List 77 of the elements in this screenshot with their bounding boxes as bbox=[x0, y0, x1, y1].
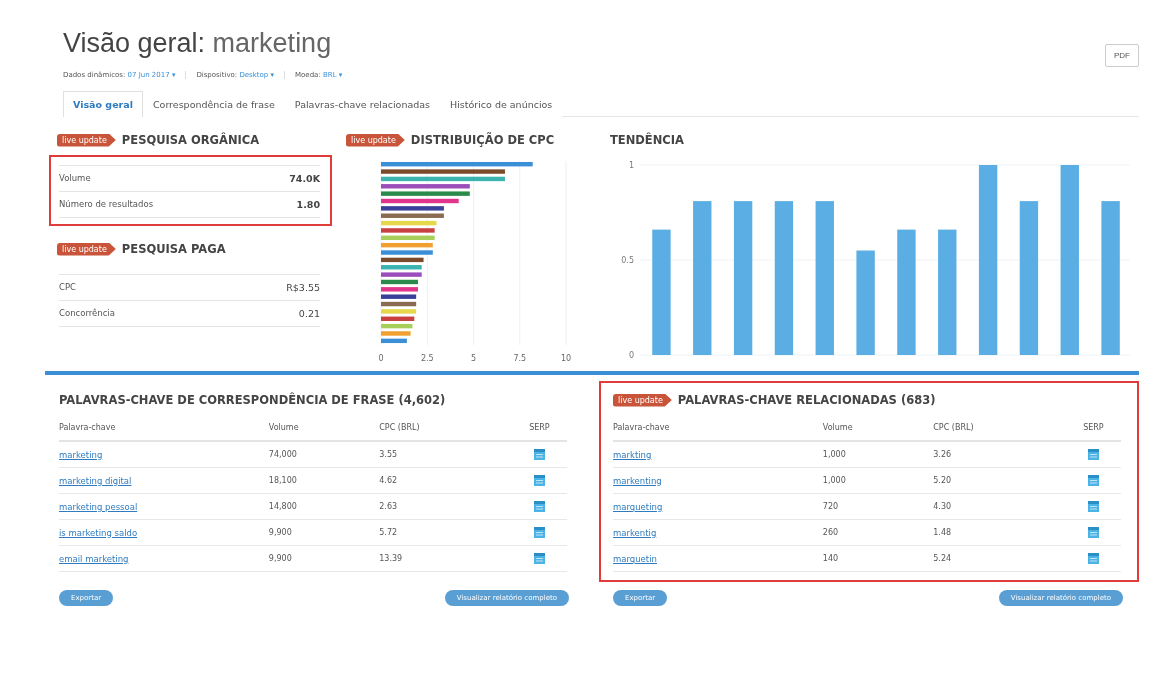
keyword-link[interactable]: is marketing saldo bbox=[59, 527, 138, 538]
stat-label: CPC bbox=[59, 282, 76, 293]
section-title: DISTRIBUIÇÃO DE CPC bbox=[410, 133, 555, 147]
keyword-link[interactable]: markentig bbox=[613, 527, 657, 538]
column-header: CPC (BRL) bbox=[379, 415, 512, 442]
serp-icon[interactable] bbox=[1087, 501, 1099, 512]
axis-tick-label: 10 bbox=[560, 354, 572, 363]
axis-tick-label: 2.5 bbox=[420, 354, 434, 363]
table-cell: 5.24 bbox=[933, 546, 1066, 572]
table-cell: 3.55 bbox=[379, 442, 512, 468]
pdf-button[interactable]: PDF bbox=[1105, 44, 1139, 67]
section-title: PALAVRAS-CHAVE RELACIONADAS (683) bbox=[677, 393, 936, 407]
axis-tick-label: 1 bbox=[628, 161, 634, 170]
table-cell: 1,000 bbox=[822, 442, 934, 468]
keyword-link[interactable]: marquetin bbox=[613, 553, 657, 564]
keyword-link[interactable]: marqueting bbox=[613, 501, 663, 512]
table-cell: 14,800 bbox=[268, 494, 380, 520]
serp-icon[interactable] bbox=[533, 553, 545, 564]
keyword-link[interactable]: marketing bbox=[59, 449, 103, 460]
axis-tick-label: 0 bbox=[628, 351, 634, 360]
table-cell: 720 bbox=[822, 494, 934, 520]
table-cell: 5.72 bbox=[379, 520, 512, 546]
stat-label: Concorrência bbox=[59, 308, 115, 319]
table-cell: 5.20 bbox=[933, 468, 1066, 494]
table-cell: 260 bbox=[822, 520, 934, 546]
tab[interactable]: Visão geral bbox=[63, 91, 143, 117]
column-header: Palavra-chave bbox=[59, 415, 269, 442]
table-cell: 4.30 bbox=[933, 494, 1066, 520]
column-header: Volume bbox=[268, 415, 380, 442]
table-cell: 2.63 bbox=[379, 494, 512, 520]
serp-icon[interactable] bbox=[533, 449, 545, 460]
serp-icon[interactable] bbox=[1087, 475, 1099, 486]
section-title: PESQUISA ORGÂNICA bbox=[121, 133, 260, 147]
stat-value: R$3.55 bbox=[286, 282, 320, 293]
keyword-link[interactable]: marketing pessoal bbox=[59, 501, 138, 512]
keyword-link[interactable]: markenting bbox=[613, 475, 662, 486]
table-cell: 4.62 bbox=[379, 468, 512, 494]
stat-value: 1.80 bbox=[296, 199, 320, 210]
live-update-badge: live update bbox=[57, 133, 116, 147]
page-title: Visão geral: marketing bbox=[63, 28, 332, 59]
section-title: TENDÊNCIA bbox=[610, 133, 684, 147]
stat-label: Volume bbox=[59, 173, 91, 184]
serp-icon[interactable] bbox=[1087, 527, 1099, 538]
table-cell: 9,900 bbox=[268, 520, 380, 546]
table-cell: 3.26 bbox=[933, 442, 1066, 468]
column-header: Volume bbox=[822, 415, 934, 442]
section-title: PALAVRAS-CHAVE DE CORRESPONDÊNCIA DE FRASE (4,602) bbox=[59, 393, 446, 407]
column-header: Palavra-chave bbox=[613, 415, 823, 442]
stat-label: Número de resultados bbox=[59, 199, 154, 210]
live-update-badge: live update bbox=[57, 242, 116, 256]
serp-icon[interactable] bbox=[1087, 553, 1099, 564]
keyword-link[interactable]: marketing digital bbox=[59, 475, 132, 486]
column-header: SERP bbox=[1065, 415, 1121, 442]
axis-tick-label: 7.5 bbox=[513, 354, 527, 363]
axis-tick-label: 0.5 bbox=[621, 256, 634, 265]
column-header: SERP bbox=[511, 415, 567, 442]
table-cell: 1.48 bbox=[933, 520, 1066, 546]
table-cell: 18,100 bbox=[268, 468, 380, 494]
stat-value: 74.0K bbox=[289, 173, 320, 184]
section-title: PESQUISA PAGA bbox=[121, 242, 226, 256]
axis-tick-label: 5 bbox=[470, 354, 477, 363]
table-cell: 1,000 bbox=[822, 468, 934, 494]
live-update-badge: live update bbox=[613, 393, 672, 407]
column-header: CPC (BRL) bbox=[933, 415, 1066, 442]
keyword-link[interactable]: email marketing bbox=[59, 553, 129, 564]
table-cell: 74,000 bbox=[268, 442, 380, 468]
keyword-link[interactable]: markting bbox=[613, 449, 652, 460]
table-cell: 9,900 bbox=[268, 546, 380, 572]
axis-tick-label: 0 bbox=[378, 354, 384, 363]
table-cell: 140 bbox=[822, 546, 934, 572]
serp-icon[interactable] bbox=[1087, 449, 1099, 460]
stat-value: 0.21 bbox=[298, 308, 320, 319]
serp-icon[interactable] bbox=[533, 501, 545, 512]
table-cell: 13.39 bbox=[379, 546, 512, 572]
serp-icon[interactable] bbox=[533, 475, 545, 486]
serp-icon[interactable] bbox=[533, 527, 545, 538]
live-update-badge: live update bbox=[346, 133, 405, 147]
